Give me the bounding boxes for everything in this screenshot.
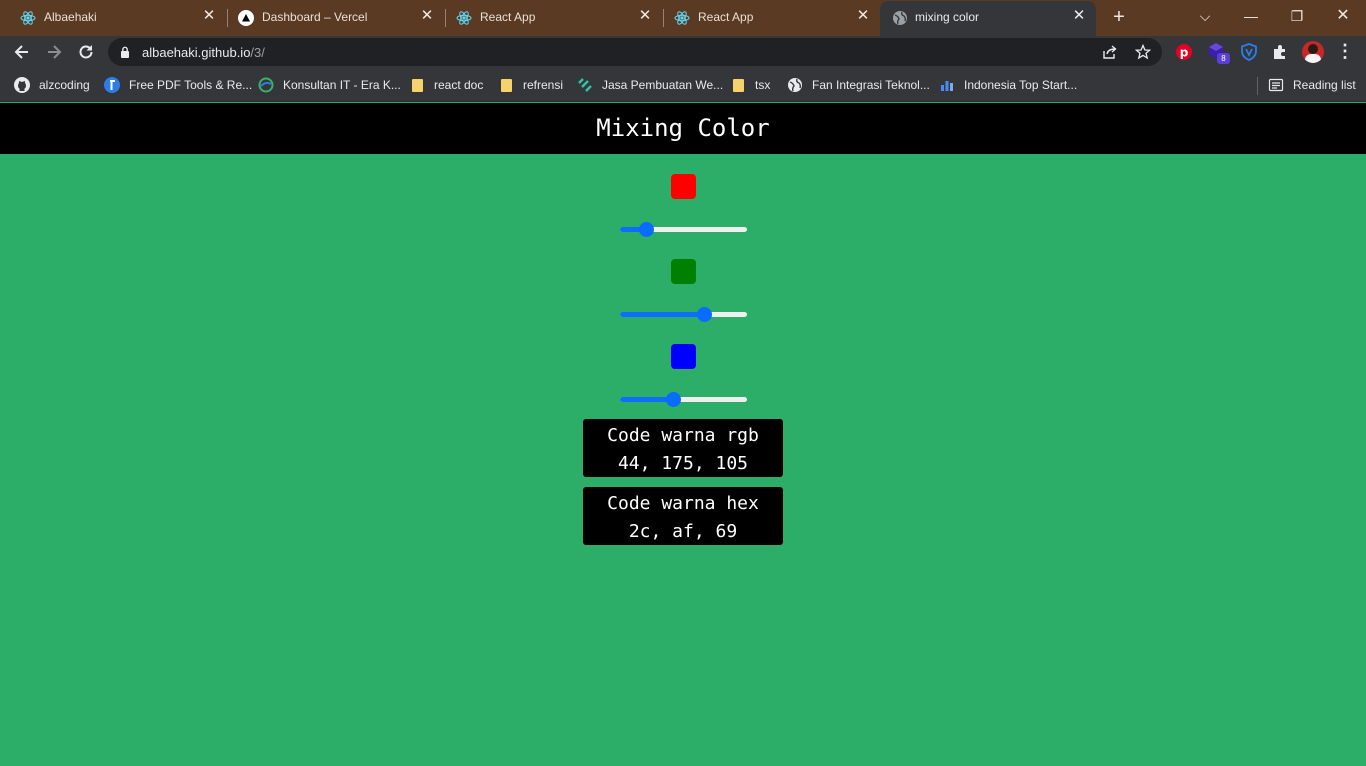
- rgb-code-label: Code warna rgb: [607, 425, 759, 446]
- url-path: /3/: [250, 45, 265, 60]
- pdf-tool-icon: [104, 77, 120, 93]
- svg-text:p: p: [1180, 46, 1189, 60]
- minimize-button[interactable]: —: [1239, 6, 1263, 26]
- page-title: Mixing Color: [596, 114, 770, 142]
- browser-toolbar: albaehaki.github.io/3/ p 8 ⋮: [0, 36, 1366, 68]
- close-icon[interactable]: ✕: [1072, 8, 1086, 23]
- new-tab-button[interactable]: +: [1108, 7, 1130, 29]
- bookmark-label: alzcoding: [39, 78, 90, 92]
- url-text[interactable]: albaehaki.github.io/3/: [142, 45, 265, 60]
- folder-icon: [412, 79, 423, 92]
- tab-search-chevron-icon[interactable]: ⌵: [1193, 6, 1217, 26]
- bookmark-fan-integrasi[interactable]: Fan Integrasi Teknol...: [787, 76, 930, 94]
- lock-icon[interactable]: [120, 46, 130, 58]
- page-header: Mixing Color: [0, 103, 1366, 154]
- close-icon[interactable]: ✕: [420, 8, 434, 23]
- slider-thumb[interactable]: [639, 222, 654, 237]
- green-swatch: [671, 259, 696, 284]
- folder-icon: [733, 79, 744, 92]
- react-icon: [456, 11, 472, 25]
- chart-icon: [941, 81, 953, 91]
- rgb-code-box: Code warna rgb 44, 175, 105: [583, 419, 783, 477]
- extension-badge: 8: [1217, 53, 1230, 64]
- bookmarks-divider: [1257, 77, 1258, 95]
- reading-list-label: Reading list: [1293, 78, 1356, 92]
- bookmark-free-pdf-tools[interactable]: Free PDF Tools & Re...: [104, 76, 252, 94]
- reload-icon[interactable]: [76, 42, 96, 62]
- tab-dashboard-vercel[interactable]: Dashboard – Vercel ✕: [218, 0, 444, 34]
- pinterest-icon[interactable]: p: [1175, 43, 1193, 61]
- vercel-icon: [238, 10, 254, 26]
- bookmarks-bar: alzcoding Free PDF Tools & Re... Konsult…: [0, 68, 1366, 102]
- bookmark-jasa-pembuatan[interactable]: Jasa Pembuatan We...: [577, 76, 723, 94]
- tab-title: Albaehaki: [44, 10, 97, 24]
- shield-icon[interactable]: [1240, 43, 1258, 61]
- tab-title: mixing color: [915, 10, 980, 24]
- back-arrow-icon[interactable]: [12, 42, 32, 62]
- rgb-code-value: 44, 175, 105: [617, 453, 749, 474]
- close-icon[interactable]: ✕: [202, 8, 216, 23]
- site-icon: [258, 77, 274, 93]
- react-icon: [20, 11, 36, 25]
- bookmark-tsx[interactable]: tsx: [730, 76, 770, 94]
- tab-albaehaki[interactable]: Albaehaki ✕: [0, 0, 226, 34]
- tab-title: Dashboard – Vercel: [262, 10, 368, 24]
- globe-icon: [788, 78, 802, 92]
- avatar-head: [1308, 44, 1318, 54]
- extension-with-badge[interactable]: 8: [1207, 42, 1231, 66]
- close-icon[interactable]: ✕: [638, 8, 652, 23]
- reading-list-button[interactable]: Reading list: [1268, 76, 1356, 94]
- tab-strip: Albaehaki ✕ Dashboard – Vercel ✕ React A…: [0, 0, 1366, 37]
- tab-react-app[interactable]: React App ✕: [436, 0, 662, 34]
- slider-fill: [620, 312, 705, 317]
- bookmark-label: tsx: [755, 78, 771, 92]
- blue-slider[interactable]: [620, 391, 747, 407]
- hex-code-box: Code warna hex 2c, af, 69: [583, 487, 783, 545]
- blue-swatch: [671, 344, 696, 369]
- site-icon: [578, 78, 592, 92]
- red-slider[interactable]: [620, 221, 747, 237]
- bookmark-label: refrensi: [523, 78, 564, 92]
- reading-list-icon: [1268, 78, 1284, 92]
- green-slider[interactable]: [620, 306, 747, 322]
- bookmark-alzcoding[interactable]: alzcoding: [14, 76, 90, 94]
- bookmark-star-icon[interactable]: [1135, 44, 1151, 60]
- puzzle-extensions-icon[interactable]: [1271, 43, 1289, 61]
- react-icon: [674, 11, 690, 25]
- tab-mixing-color[interactable]: mixing color ✕: [880, 1, 1096, 37]
- bookmark-label: Konsultan IT - Era K...: [283, 78, 401, 92]
- slider-thumb[interactable]: [697, 307, 712, 322]
- bookmark-indonesia-top-start[interactable]: Indonesia Top Start...: [939, 76, 1077, 94]
- tab-title: React App: [698, 10, 754, 24]
- kebab-menu-icon[interactable]: ⋮: [1336, 42, 1354, 62]
- bookmark-label: Indonesia Top Start...: [964, 78, 1078, 92]
- red-swatch: [671, 174, 696, 199]
- bookmark-label: react doc: [434, 78, 484, 92]
- bookmark-label: Free PDF Tools & Re...: [129, 78, 253, 92]
- tab-title: React App: [480, 10, 536, 24]
- avatar-body: [1305, 54, 1321, 63]
- address-bar[interactable]: albaehaki.github.io/3/: [108, 38, 1162, 66]
- avatar[interactable]: [1302, 41, 1324, 63]
- slider-thumb[interactable]: [666, 392, 681, 407]
- window-close-button[interactable]: ✕: [1331, 6, 1355, 26]
- restore-button[interactable]: ❐: [1285, 6, 1309, 26]
- github-icon: [14, 77, 30, 93]
- bookmark-label: Fan Integrasi Teknol...: [812, 78, 930, 92]
- bookmark-refrensi[interactable]: refrensi: [498, 76, 563, 94]
- hex-code-label: Code warna hex: [607, 493, 759, 514]
- bookmark-react-doc[interactable]: react doc: [409, 76, 483, 94]
- bookmark-konsultan-it[interactable]: Konsultan IT - Era K...: [258, 76, 401, 94]
- tab-react-app-2[interactable]: React App ✕: [654, 0, 880, 34]
- share-icon[interactable]: [1102, 44, 1118, 60]
- folder-icon: [501, 79, 512, 92]
- hex-code-value: 2c, af, 69: [628, 521, 738, 542]
- url-host: albaehaki.github.io: [142, 45, 251, 60]
- globe-icon: [893, 11, 907, 25]
- close-icon[interactable]: ✕: [856, 8, 870, 23]
- forward-arrow-icon[interactable]: [44, 42, 64, 62]
- bookmark-label: Jasa Pembuatan We...: [602, 78, 724, 92]
